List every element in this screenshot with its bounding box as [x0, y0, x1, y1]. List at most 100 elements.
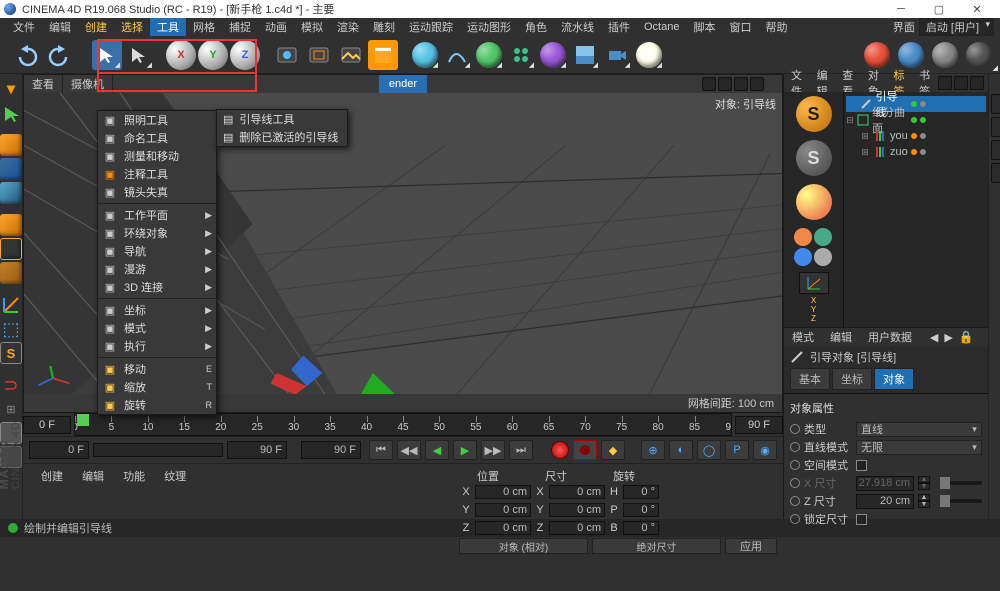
- attr-tab-object[interactable]: 对象: [874, 368, 914, 390]
- object-tree[interactable]: 引导线⊟细分曲面⊞you⊞zuo: [844, 92, 988, 327]
- coord-Z-size[interactable]: 0 cm: [549, 521, 605, 535]
- om-search-icon[interactable]: [938, 76, 952, 90]
- prev-key-button[interactable]: ◀◀: [397, 440, 421, 460]
- octane-node-button[interactable]: [964, 40, 994, 70]
- attr-X 尺寸-slider[interactable]: [940, 481, 982, 485]
- mat-tab-texture[interactable]: 纹理: [156, 469, 194, 485]
- mat-tab-edit[interactable]: 编辑: [74, 469, 112, 485]
- menu-item-注释工具[interactable]: ▣注释工具: [98, 165, 216, 183]
- axis-lock-x[interactable]: X: [166, 40, 196, 70]
- rail-btn-1[interactable]: [991, 94, 1000, 114]
- workplane-mode-button[interactable]: [0, 182, 22, 204]
- timeline-start-field[interactable]: 0 F: [23, 416, 71, 434]
- attr-直线模式-dropdown[interactable]: 无限: [856, 440, 982, 455]
- attr-Z 尺寸-field[interactable]: 20 cm: [856, 494, 914, 509]
- timeline-playhead[interactable]: [77, 414, 89, 426]
- key-rot-button[interactable]: ◯: [697, 440, 721, 460]
- menu-item-旋转[interactable]: ▣旋转R: [98, 396, 216, 414]
- axis-lock-z[interactable]: Z: [230, 40, 260, 70]
- rail-btn-3[interactable]: [991, 140, 1000, 160]
- vp-nav-zoom-icon[interactable]: [718, 77, 732, 91]
- menu-file[interactable]: 文件: [6, 18, 42, 36]
- menu-item-导航[interactable]: ▣导航▶: [98, 242, 216, 260]
- mat-tab-function[interactable]: 功能: [115, 469, 153, 485]
- vp-menu-view[interactable]: 查看: [24, 75, 63, 93]
- move-tool[interactable]: ◢: [124, 40, 154, 70]
- menu-octane[interactable]: Octane: [637, 18, 686, 36]
- coord-Z-pos[interactable]: 0 cm: [475, 521, 531, 535]
- key-pos-button[interactable]: ⊕: [641, 440, 665, 460]
- attr-类型-dropdown[interactable]: 直线: [856, 422, 982, 437]
- goto-start-button[interactable]: ⏮: [369, 440, 393, 460]
- menu-mograph[interactable]: 运动图形: [460, 18, 518, 36]
- menu-simulate[interactable]: 模拟: [294, 18, 330, 36]
- attr-X 尺寸-field[interactable]: 27.918 cm: [856, 476, 914, 491]
- octane-settings-button[interactable]: [930, 40, 960, 70]
- object-mode-button[interactable]: [0, 134, 22, 156]
- attr-tab-basic[interactable]: 基本: [790, 368, 830, 390]
- tools-submenu[interactable]: ▤引导线工具▤删除已激活的引导线: [216, 109, 348, 147]
- menu-render[interactable]: 渲染: [330, 18, 366, 36]
- octane-render-button[interactable]: [862, 40, 892, 70]
- om-axis-orient-icon[interactable]: [799, 272, 829, 294]
- make-editable-button[interactable]: ▾: [0, 78, 22, 100]
- menu-mesh[interactable]: 网格: [186, 18, 222, 36]
- window-close-button[interactable]: ✕: [958, 0, 996, 18]
- key-pla-button[interactable]: ◉: [753, 440, 777, 460]
- attr-menu-mode[interactable]: 模式: [784, 329, 822, 345]
- attr-空间模式-checkbox[interactable]: [856, 460, 867, 471]
- range-end-field[interactable]: 90 F: [227, 441, 287, 459]
- attr-menu-userdata[interactable]: 用户数据: [860, 329, 920, 345]
- menu-pipeline[interactable]: 流水线: [554, 18, 601, 36]
- axis-lock-y[interactable]: Y: [198, 40, 228, 70]
- menu-create[interactable]: 创建: [78, 18, 114, 36]
- autokey-button[interactable]: [573, 440, 597, 460]
- octane-live-button[interactable]: [896, 40, 926, 70]
- om-scene-button[interactable]: S: [796, 96, 832, 132]
- submenu-item-引导线工具[interactable]: ▤引导线工具: [217, 110, 347, 128]
- redo-button[interactable]: [48, 43, 72, 67]
- menu-item-镜头失真[interactable]: ▣镜头失真: [98, 183, 216, 201]
- om-item-you[interactable]: ⊞you: [846, 128, 986, 144]
- coord-P-rot[interactable]: 0 °: [623, 503, 659, 517]
- coord-mode-dropdown[interactable]: 对象 (相对): [459, 538, 588, 554]
- vp-nav-rotate-icon[interactable]: [734, 77, 748, 91]
- undo-button[interactable]: [14, 43, 38, 67]
- menu-item-命名工具[interactable]: ▣命名工具: [98, 129, 216, 147]
- attr-nav-fwd-icon[interactable]: ▶: [944, 331, 958, 344]
- add-environment-button[interactable]: ◢: [570, 40, 600, 70]
- attr-锁定尺寸-checkbox[interactable]: [856, 514, 867, 525]
- edge-mode-button[interactable]: [0, 238, 22, 260]
- keyframe-selection-button[interactable]: ◆: [601, 440, 625, 460]
- attr-lock-icon[interactable]: 🔒: [959, 330, 988, 344]
- coord-X-pos[interactable]: 0 cm: [475, 485, 531, 499]
- play-back-button[interactable]: ◀: [425, 440, 449, 460]
- submenu-item-删除已激活的引导线[interactable]: ▤删除已激活的引导线: [217, 128, 347, 146]
- coord-Y-pos[interactable]: 0 cm: [475, 503, 531, 517]
- live-select-tool[interactable]: ◢: [92, 40, 122, 70]
- coord-X-size[interactable]: 0 cm: [549, 485, 605, 499]
- menu-item-工作平面[interactable]: ▣工作平面▶: [98, 206, 216, 224]
- vp-nav-maximize-icon[interactable]: [750, 77, 764, 91]
- menu-item-3D 连接[interactable]: ▣3D 连接▶: [98, 278, 216, 296]
- goto-end-button[interactable]: ⏭: [509, 440, 533, 460]
- layout-selector[interactable]: 启动 [用户]: [919, 18, 994, 36]
- attr-nav-back-icon[interactable]: ◀: [930, 331, 944, 344]
- render-view-button[interactable]: [272, 40, 302, 70]
- menu-plugins[interactable]: 插件: [601, 18, 637, 36]
- menu-item-照明工具[interactable]: ▣照明工具: [98, 111, 216, 129]
- menu-motiontrack[interactable]: 运动跟踪: [402, 18, 460, 36]
- add-light-button[interactable]: ◢: [634, 40, 664, 70]
- menu-item-坐标[interactable]: ▣坐标▶: [98, 301, 216, 319]
- menu-select[interactable]: 选择: [114, 18, 150, 36]
- snap-toggle-button[interactable]: S: [0, 342, 22, 364]
- play-forward-button[interactable]: ▶: [453, 440, 477, 460]
- point-mode-button[interactable]: [0, 214, 22, 236]
- om-red-sphere-icon[interactable]: [796, 184, 832, 220]
- attr-tab-coord[interactable]: 坐标: [832, 368, 872, 390]
- polygon-mode-button[interactable]: [0, 262, 22, 284]
- mat-tab-create[interactable]: 创建: [33, 469, 71, 485]
- om-filter-icon[interactable]: [954, 76, 968, 90]
- menu-item-测量和移动[interactable]: ▣测量和移动: [98, 147, 216, 165]
- range-slider[interactable]: [93, 443, 223, 457]
